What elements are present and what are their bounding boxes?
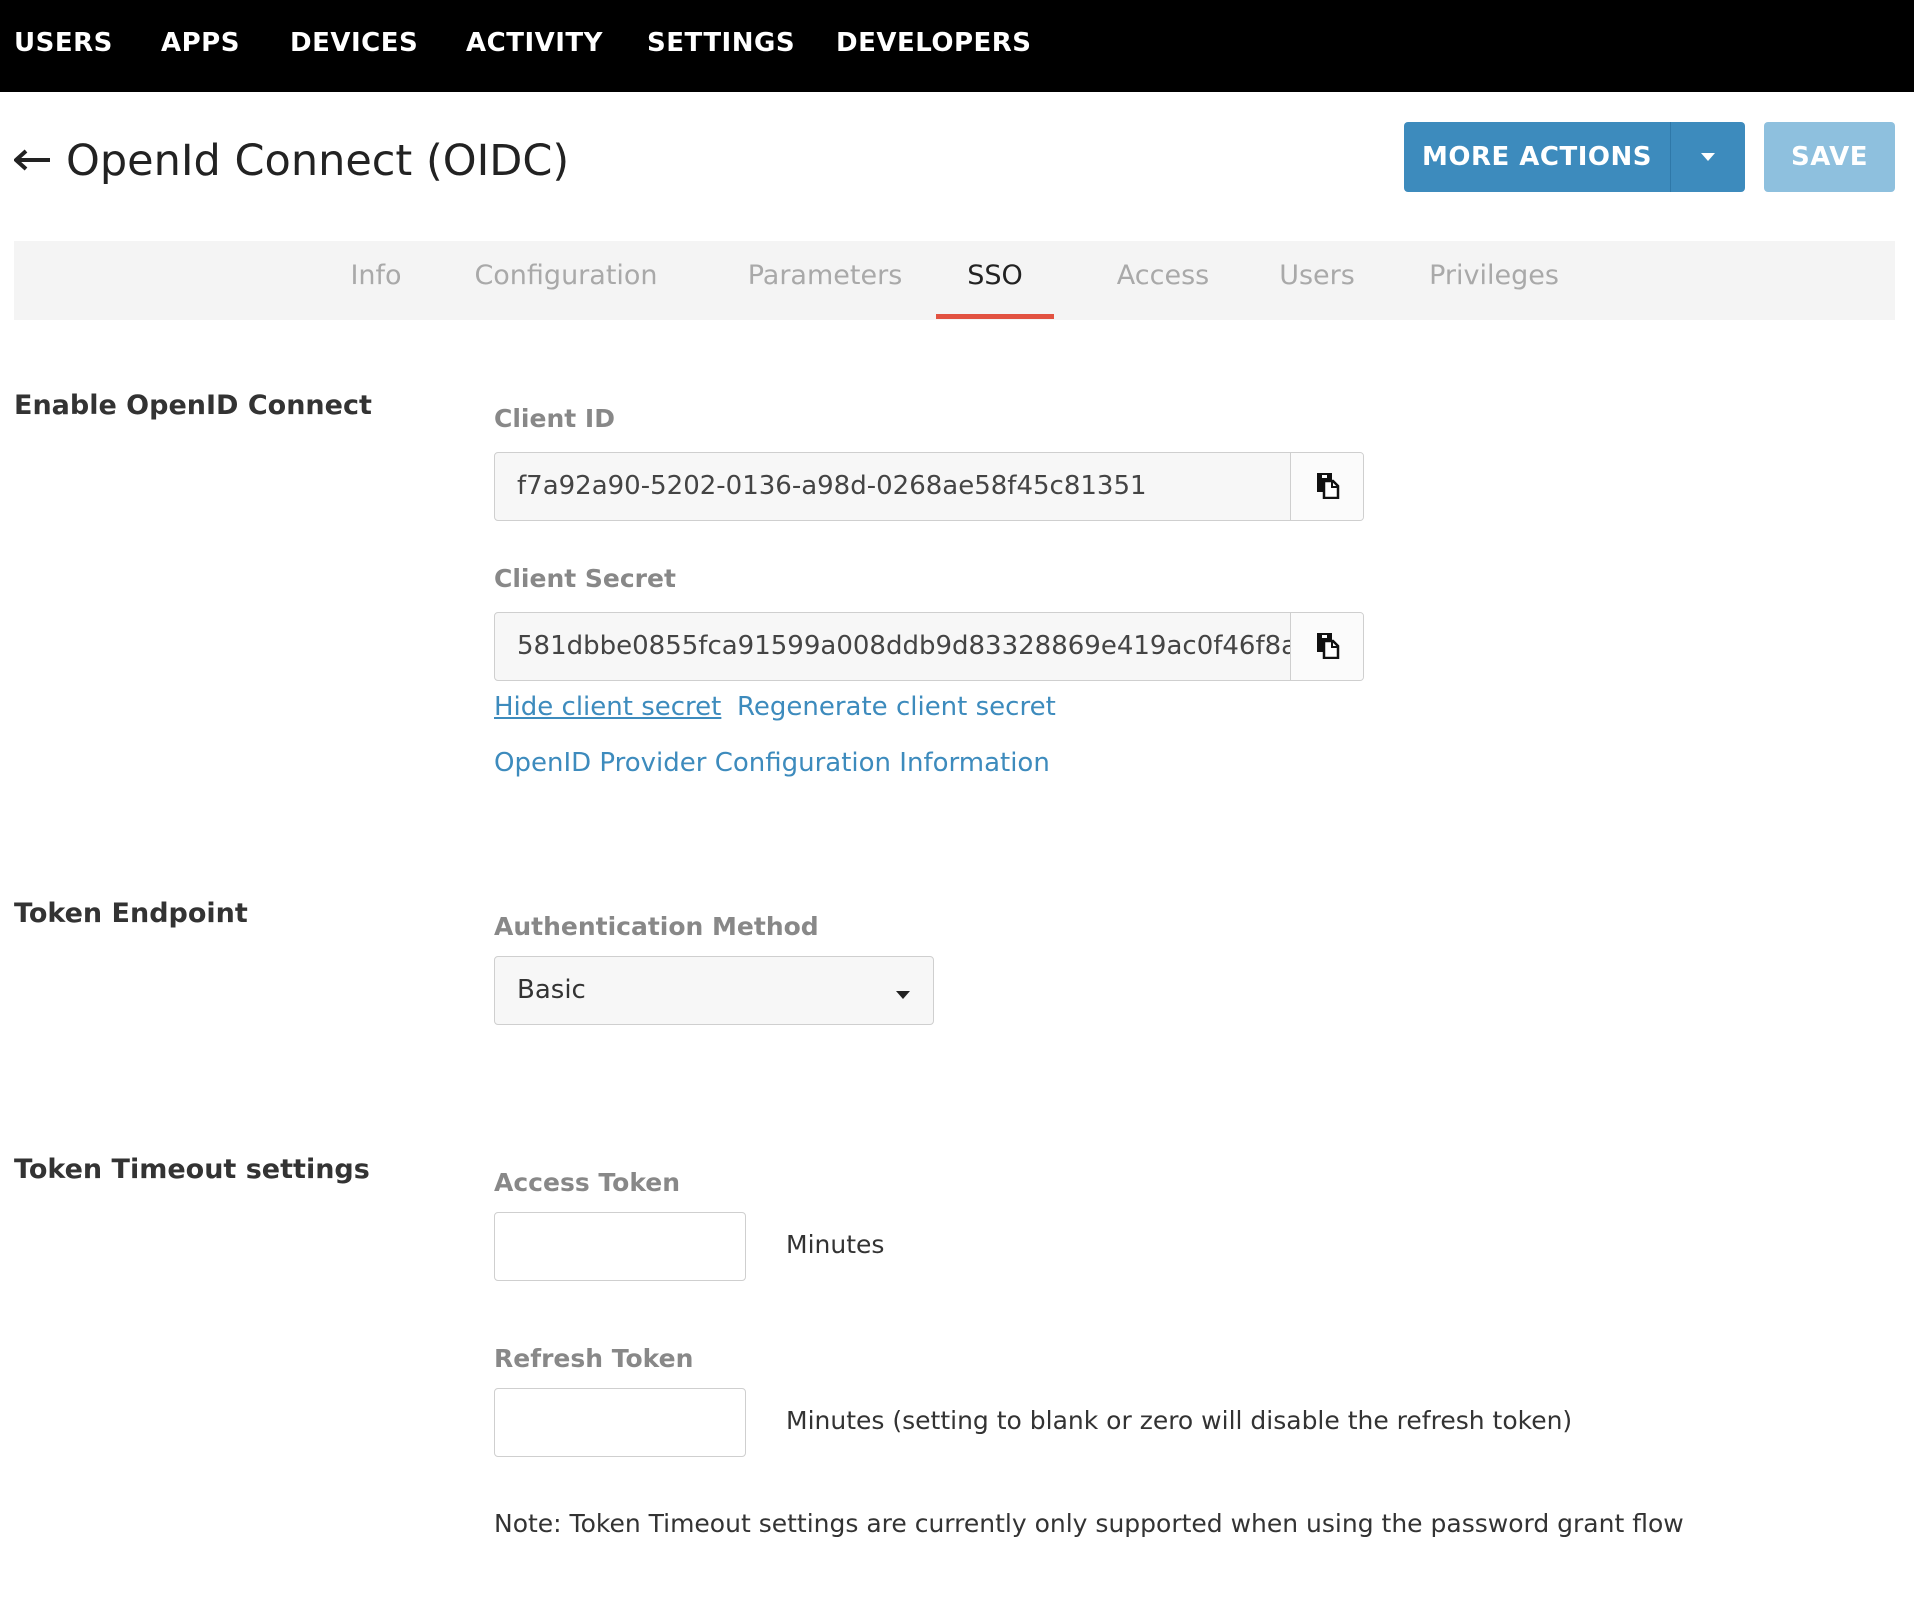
auth-method-select[interactable]: Basic (494, 956, 934, 1025)
top-nav: USERS APPS DEVICES ACTIVITY SETTINGS DEV… (0, 0, 1914, 92)
clipboard-copy-icon (1314, 471, 1340, 503)
client-id-value[interactable]: f7a92a90-5202-0136-a98d-0268ae58f45c8135… (495, 453, 1290, 520)
active-tab-indicator (936, 314, 1054, 319)
client-secret-field: 581dbbe0855fca91599a008ddb9d83328869e419… (494, 612, 1364, 681)
nav-activity[interactable]: ACTIVITY (466, 25, 603, 61)
tab-configuration[interactable]: Configuration (466, 241, 666, 320)
client-secret-label: Client Secret (494, 564, 676, 593)
refresh-token-suffix: Minutes (setting to blank or zero will d… (786, 1406, 1573, 1435)
nav-devices[interactable]: DEVICES (290, 25, 418, 61)
client-secret-value[interactable]: 581dbbe0855fca91599a008ddb9d83328869e419… (495, 613, 1290, 680)
tab-access[interactable]: Access (1098, 241, 1228, 320)
page-title: OpenId Connect (OIDC) (66, 136, 570, 186)
tab-users[interactable]: Users (1262, 241, 1372, 320)
copy-client-secret-button[interactable] (1290, 613, 1363, 680)
save-button[interactable]: SAVE (1764, 122, 1895, 192)
section-title-token-timeout: Token Timeout settings (14, 1154, 370, 1185)
arrow-left-icon[interactable] (13, 143, 52, 177)
client-id-field: f7a92a90-5202-0136-a98d-0268ae58f45c8135… (494, 452, 1364, 521)
clipboard-copy-icon (1314, 631, 1340, 663)
hide-client-secret-link[interactable]: Hide client secret (494, 692, 721, 722)
chevron-down-icon (895, 985, 911, 1004)
tab-bar: Info Configuration Parameters SSO Access… (14, 241, 1895, 320)
refresh-token-input[interactable] (494, 1388, 746, 1457)
section-title-token-endpoint: Token Endpoint (14, 898, 248, 929)
tab-privileges[interactable]: Privileges (1414, 241, 1574, 320)
token-timeout-note: Note: Token Timeout settings are current… (494, 1509, 1684, 1538)
more-actions-label: MORE ACTIONS (1421, 142, 1652, 172)
access-token-suffix: Minutes (786, 1230, 885, 1259)
nav-settings[interactable]: SETTINGS (647, 25, 795, 61)
auth-method-label: Authentication Method (494, 912, 819, 941)
client-id-label: Client ID (494, 404, 615, 433)
more-actions-button[interactable]: MORE ACTIONS (1404, 122, 1745, 192)
copy-client-id-button[interactable] (1290, 453, 1363, 520)
nav-users[interactable]: USERS (14, 25, 113, 61)
chevron-down-icon[interactable] (1671, 122, 1745, 192)
access-token-input[interactable] (494, 1212, 746, 1281)
access-token-label: Access Token (494, 1168, 681, 1197)
nav-apps[interactable]: APPS (161, 25, 240, 61)
section-title-enable-oidc: Enable OpenID Connect (14, 390, 372, 421)
tab-info[interactable]: Info (326, 241, 426, 320)
auth-method-value: Basic (517, 975, 586, 1005)
regenerate-client-secret-link[interactable]: Regenerate client secret (737, 692, 1056, 722)
tab-sso[interactable]: SSO (936, 241, 1054, 320)
nav-developers[interactable]: DEVELOPERS (836, 25, 1032, 61)
provider-config-link[interactable]: OpenID Provider Configuration Informatio… (494, 748, 1050, 778)
refresh-token-label: Refresh Token (494, 1344, 694, 1373)
tab-parameters[interactable]: Parameters (730, 241, 920, 320)
